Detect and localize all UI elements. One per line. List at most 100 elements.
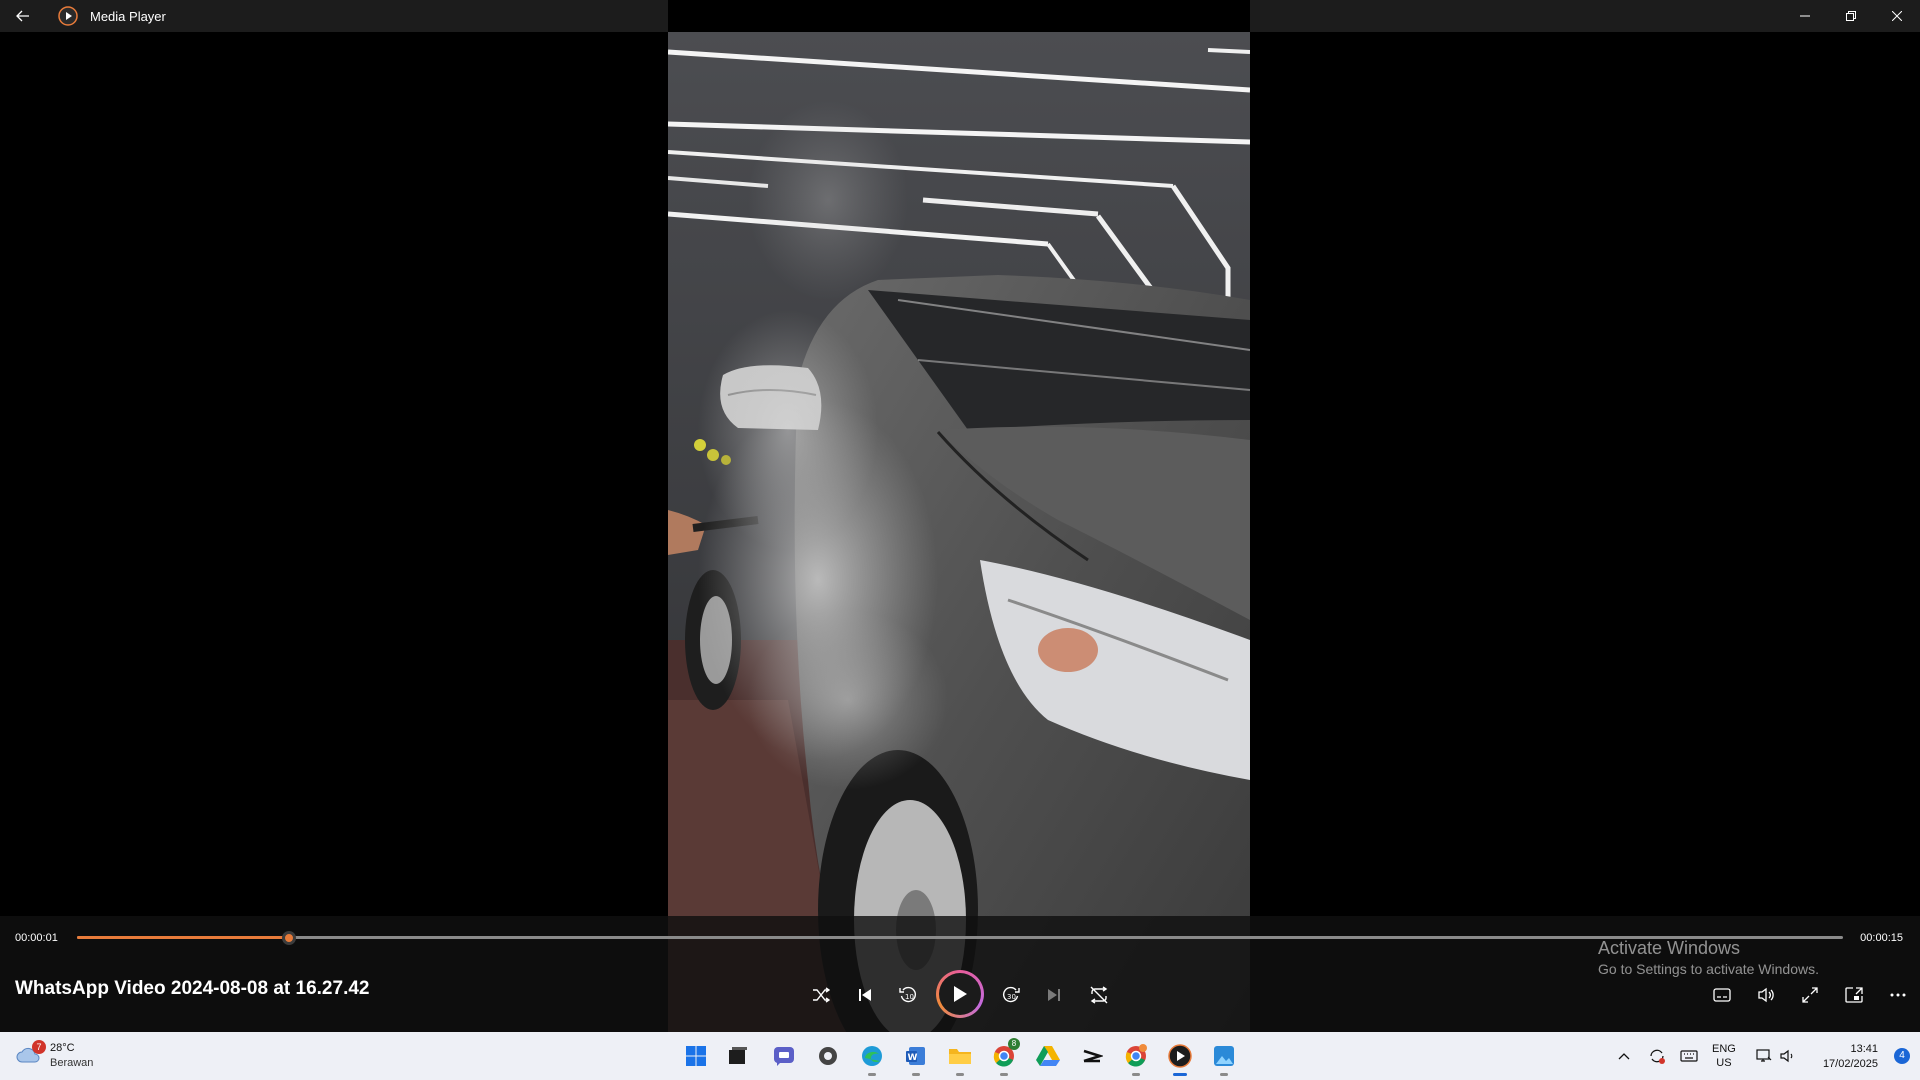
more-options-button[interactable] bbox=[1880, 977, 1916, 1013]
chrome-profile-running-indicator bbox=[1132, 1073, 1140, 1076]
svg-text:30: 30 bbox=[1007, 993, 1016, 1001]
repeat-off-icon bbox=[1090, 986, 1108, 1004]
photos-button[interactable] bbox=[1208, 1040, 1240, 1076]
keyboard-button[interactable] bbox=[1678, 1032, 1700, 1080]
play-icon bbox=[954, 986, 967, 1002]
mini-player-button[interactable] bbox=[1836, 977, 1872, 1013]
capcut-icon bbox=[1083, 1049, 1103, 1063]
explorer-running-indicator bbox=[956, 1073, 964, 1076]
forward-30-button[interactable]: 30 bbox=[991, 975, 1031, 1015]
task-view-icon bbox=[729, 1047, 747, 1064]
file-explorer-icon bbox=[949, 1049, 971, 1064]
keyboard-icon bbox=[1680, 1050, 1698, 1062]
media-player-icon bbox=[1168, 1044, 1192, 1068]
svg-text:W: W bbox=[908, 1053, 918, 1063]
seek-progress bbox=[77, 936, 289, 939]
rewind-10-button[interactable]: 10 bbox=[888, 975, 928, 1015]
video-frame[interactable] bbox=[668, 0, 1250, 1032]
word-button[interactable]: W bbox=[900, 1040, 932, 1076]
volume-button[interactable] bbox=[1748, 977, 1784, 1013]
restore-button[interactable] bbox=[1828, 0, 1874, 32]
previous-icon bbox=[859, 989, 871, 1001]
edge-running-indicator bbox=[868, 1073, 876, 1076]
weather-widget[interactable]: 7 28°C Berawan bbox=[16, 1040, 106, 1074]
settings-app-icon bbox=[819, 1047, 837, 1065]
start-button[interactable] bbox=[680, 1040, 712, 1072]
speaker-icon bbox=[1780, 1049, 1793, 1063]
weather-condition: Berawan bbox=[50, 1057, 94, 1069]
word-icon: W bbox=[906, 1047, 925, 1065]
video-scene bbox=[668, 0, 1250, 1032]
seek-thumb[interactable] bbox=[281, 931, 296, 945]
taskbar: 7 28°C Berawan W 8 ENG US 13:41 17/02/20… bbox=[0, 1032, 1920, 1080]
task-view-button[interactable] bbox=[722, 1040, 754, 1072]
show-hidden-icons-button[interactable] bbox=[1614, 1032, 1634, 1080]
rewind-10-icon: 10 bbox=[899, 986, 917, 1003]
volume-icon bbox=[1758, 987, 1774, 1003]
chrome-running-indicator bbox=[1000, 1073, 1008, 1076]
photos-running-indicator bbox=[1220, 1073, 1228, 1076]
file-explorer-button[interactable] bbox=[944, 1040, 976, 1076]
play-button[interactable] bbox=[936, 970, 984, 1018]
subtitles-button[interactable] bbox=[1704, 977, 1740, 1013]
activate-windows-watermark: Activate Windows Go to Settings to activ… bbox=[1598, 938, 1819, 977]
start-icon bbox=[686, 1046, 706, 1066]
sync-icon bbox=[1650, 1049, 1665, 1064]
next-button[interactable] bbox=[1034, 975, 1074, 1015]
forward-30-icon: 30 bbox=[1002, 986, 1020, 1003]
svg-text:10: 10 bbox=[905, 993, 914, 1001]
restore-icon bbox=[1846, 11, 1856, 21]
clock-time: 13:41 bbox=[1850, 1043, 1878, 1055]
media-player-window: Media Player 00:00:01 00:00:15 WhatsApp … bbox=[0, 0, 1920, 1032]
language-code: ENG bbox=[1712, 1043, 1736, 1055]
chat-button[interactable] bbox=[768, 1040, 800, 1072]
minimize-button[interactable] bbox=[1782, 0, 1828, 32]
next-icon bbox=[1048, 989, 1060, 1001]
notification-badge[interactable]: 4 bbox=[1894, 1048, 1910, 1064]
network-icon bbox=[1756, 1049, 1772, 1062]
clock[interactable]: 13:41 17/02/2025 bbox=[1823, 1042, 1878, 1072]
shuffle-icon bbox=[813, 987, 830, 1003]
close-icon bbox=[1892, 11, 1902, 21]
edge-icon bbox=[862, 1046, 882, 1066]
shuffle-button[interactable] bbox=[801, 975, 841, 1015]
seek-track bbox=[77, 936, 1843, 939]
previous-button[interactable] bbox=[845, 975, 885, 1015]
watermark-line1: Activate Windows bbox=[1598, 938, 1741, 958]
play-button-inner bbox=[939, 973, 981, 1015]
clock-date: 17/02/2025 bbox=[1822, 1058, 1878, 1070]
media-player-taskbar-button[interactable] bbox=[1164, 1040, 1196, 1076]
subtitles-icon bbox=[1713, 988, 1731, 1002]
watermark-line2: Go to Settings to activate Windows. bbox=[1598, 961, 1819, 977]
chevron-up-icon bbox=[1618, 1053, 1630, 1060]
back-arrow-icon bbox=[16, 10, 29, 22]
capcut-button[interactable] bbox=[1076, 1040, 1108, 1072]
chrome-profile-button[interactable] bbox=[1120, 1040, 1152, 1076]
seek-bar[interactable] bbox=[77, 931, 1843, 945]
google-drive-button[interactable] bbox=[1032, 1040, 1064, 1072]
language-indicator[interactable]: ENG US bbox=[1712, 1042, 1736, 1070]
volume-tray-button[interactable] bbox=[1778, 1032, 1798, 1080]
minimize-icon bbox=[1800, 15, 1810, 17]
fullscreen-button[interactable] bbox=[1792, 977, 1828, 1013]
photos-icon bbox=[1214, 1046, 1234, 1066]
chrome-profile-icon bbox=[1125, 1044, 1147, 1067]
word-running-indicator bbox=[912, 1073, 920, 1076]
more-icon bbox=[1890, 993, 1906, 997]
sync-status-button[interactable] bbox=[1646, 1032, 1668, 1080]
close-button[interactable] bbox=[1874, 0, 1920, 32]
window-controls bbox=[1782, 0, 1920, 32]
repeat-button[interactable] bbox=[1079, 975, 1119, 1015]
mini-player-icon bbox=[1845, 987, 1863, 1003]
window-title: Media Player bbox=[90, 8, 166, 24]
media-player-active-indicator bbox=[1173, 1073, 1187, 1076]
back-button[interactable] bbox=[0, 0, 46, 32]
media-player-logo-icon bbox=[58, 6, 78, 26]
weather-temp: 28°C bbox=[50, 1042, 75, 1054]
edge-button[interactable] bbox=[856, 1040, 888, 1076]
settings-app-button[interactable] bbox=[812, 1040, 844, 1072]
playback-controls: 10 30 bbox=[0, 970, 1920, 1020]
chat-icon bbox=[774, 1047, 794, 1066]
current-time: 00:00:01 bbox=[15, 932, 58, 944]
network-button[interactable] bbox=[1754, 1032, 1774, 1080]
